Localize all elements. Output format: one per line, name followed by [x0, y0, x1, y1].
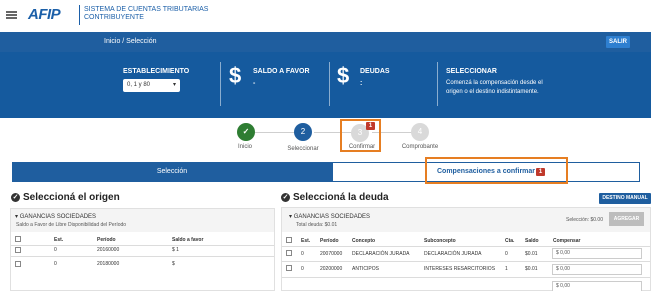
- origen-col-saldo: Saldo a favor: [172, 237, 204, 243]
- deuda-col-est: Est.: [301, 238, 311, 244]
- origen-group-title-text: GANANCIAS SOCIEDADES: [19, 214, 97, 220]
- deuda-cell-cta: 1: [505, 266, 508, 272]
- deuda-cell-subconcepto: INTERESES RESARCITORIOS: [424, 266, 496, 272]
- compensar-input[interactable]: $ 0,00: [552, 264, 642, 275]
- origen-title-text: Seleccioná el origen: [23, 192, 120, 203]
- deuda-group-title[interactable]: ▾ GANANCIAS SOCIEDADES: [289, 213, 370, 220]
- deuda-title-text: Seleccioná la deuda: [293, 192, 389, 203]
- deuda-seleccion: Selección: $0.00: [566, 217, 603, 223]
- panel-divider: [437, 62, 438, 106]
- deuda-cell-est: 0: [301, 251, 304, 257]
- origen-col-est: Est.: [54, 237, 64, 243]
- deuda-cell-subconcepto: DECLARACIÓN JURADA: [424, 251, 482, 257]
- deudas-label: DEUDAS: [360, 68, 390, 75]
- deuda-row-checkbox[interactable]: [286, 250, 292, 256]
- check-circle-icon: ✓: [281, 192, 290, 202]
- origen-col-periodo: Período: [97, 237, 116, 243]
- row-divider: [282, 261, 650, 262]
- deuda-cell-concepto: DECLARACIÓN JURADA: [352, 251, 410, 257]
- row-divider: [11, 245, 274, 246]
- breadcrumb[interactable]: Inicio / Selección: [104, 38, 157, 45]
- origen-row-checkbox[interactable]: [15, 247, 21, 253]
- deuda-col-concepto: Concepto: [352, 238, 376, 244]
- step-2-label: Seleccionar: [287, 146, 319, 152]
- row-divider: [282, 246, 650, 247]
- system-name-line2: CONTRIBUYENTE: [84, 14, 144, 21]
- origen-group-subtitle: Saldo a Favor de Libre Disponibilidad de…: [16, 222, 127, 228]
- tab-seleccion[interactable]: Selección: [12, 162, 332, 182]
- deuda-col-saldo: Saldo: [525, 238, 539, 244]
- step-4-label: Comprobante: [401, 144, 439, 150]
- deuda-cell-saldo: $0.01: [525, 251, 538, 257]
- compensar-input[interactable]: $ 0,00: [552, 281, 642, 291]
- origen-row-checkbox[interactable]: [15, 261, 21, 267]
- deuda-col-compensar: Compensar: [553, 238, 581, 244]
- deuda-col-cta: Cta.: [505, 238, 515, 244]
- step-1-circle: ✓: [237, 123, 255, 141]
- seleccionar-label: SELECCIONAR: [446, 68, 497, 75]
- destino-manual-button[interactable]: DESTINO MANUAL: [599, 193, 651, 204]
- establecimiento-label: ESTABLECIMIENTO: [123, 68, 190, 75]
- origen-group-title[interactable]: ▾ GANANCIAS SOCIEDADES: [15, 213, 96, 220]
- origen-cell-est: 0: [54, 247, 57, 253]
- origen-select-all-checkbox[interactable]: [15, 236, 21, 242]
- top-header: AFIP SISTEMA DE CUENTAS TRIBUTARIAS CONT…: [0, 0, 651, 32]
- steps-area: [0, 118, 651, 160]
- establecimiento-select[interactable]: 0, 1 y 80 ▾: [123, 79, 180, 92]
- logo-separator: [79, 5, 80, 25]
- nav-bar: Inicio / Selección SALIR: [0, 32, 651, 52]
- step-3-label: Confirmar: [348, 144, 376, 150]
- panel-divider: [329, 62, 330, 106]
- system-name-line1: SISTEMA DE CUENTAS TRIBUTARIAS: [84, 6, 209, 13]
- check-circle-icon: ✓: [11, 192, 20, 202]
- row-divider: [282, 277, 650, 278]
- origen-cell-est: 0: [54, 261, 57, 267]
- deuda-select-all-checkbox[interactable]: [286, 237, 292, 243]
- origen-cell-periodo: 20160000: [97, 247, 120, 253]
- origen-cell-periodo: 20180000: [97, 261, 120, 267]
- system-name: SISTEMA DE CUENTAS TRIBUTARIAS CONTRIBUY…: [84, 6, 208, 22]
- deuda-cell-concepto: ANTICIPOS: [352, 266, 379, 272]
- deuda-total: Total deuda: $0.01: [296, 222, 338, 228]
- origen-cell-saldo: $ 1: [172, 247, 179, 253]
- hamburger-menu-icon[interactable]: [6, 11, 17, 19]
- deuda-title: ✓ Seleccioná la deuda: [281, 192, 389, 203]
- origen-table: [11, 232, 274, 290]
- agregar-button[interactable]: AGREGAR: [609, 212, 644, 226]
- row-divider: [11, 256, 274, 257]
- deuda-col-periodo: Período: [320, 238, 339, 244]
- saldo-label: SALDO A FAVOR: [253, 68, 310, 75]
- compensar-input[interactable]: $ 0,00: [552, 248, 642, 259]
- step-2-circle: 2: [294, 123, 312, 141]
- seleccionar-help-line1: Comenzá la compensación desde el: [446, 80, 543, 86]
- info-panel: ESTABLECIMIENTO $ SALDO A FAVOR - $ DEUD…: [0, 52, 651, 118]
- saldo-value: -: [253, 80, 256, 87]
- afip-logo: AFIP: [28, 6, 61, 23]
- deuda-cell-saldo: $0.01: [525, 266, 538, 272]
- chevron-down-icon: ▾: [172, 82, 176, 88]
- compensaciones-highlight: [425, 157, 568, 184]
- deuda-cell-est: 0: [301, 266, 304, 272]
- deuda-col-subconcepto: Subconcepto: [424, 238, 456, 244]
- step-4-circle: 4: [411, 123, 429, 141]
- deudas-value: :: [360, 80, 363, 87]
- deuda-cell-periodo: 20070000: [320, 251, 343, 257]
- deuda-cell-periodo: 20200000: [320, 266, 343, 272]
- deuda-group-title-text: GANANCIAS SOCIEDADES: [293, 214, 371, 220]
- origen-title: ✓ Seleccioná el origen: [11, 192, 120, 203]
- step-3-badge: 1: [366, 122, 375, 130]
- dollar-icon: $: [337, 63, 350, 88]
- seleccionar-help-line2: origen o el destino indistintamente.: [446, 89, 539, 95]
- panel-divider: [220, 62, 221, 106]
- origen-cell-saldo: $: [172, 261, 175, 267]
- establecimiento-value: 0, 1 y 80: [127, 82, 151, 88]
- dollar-icon: $: [229, 63, 242, 88]
- deuda-cell-cta: 0: [505, 251, 508, 257]
- seleccionar-help: Comenzá la compensación desde el origen …: [446, 79, 543, 97]
- deuda-row-checkbox[interactable]: [286, 265, 292, 271]
- exit-button[interactable]: SALIR: [606, 36, 630, 48]
- step-1-label: Inicio: [237, 144, 252, 150]
